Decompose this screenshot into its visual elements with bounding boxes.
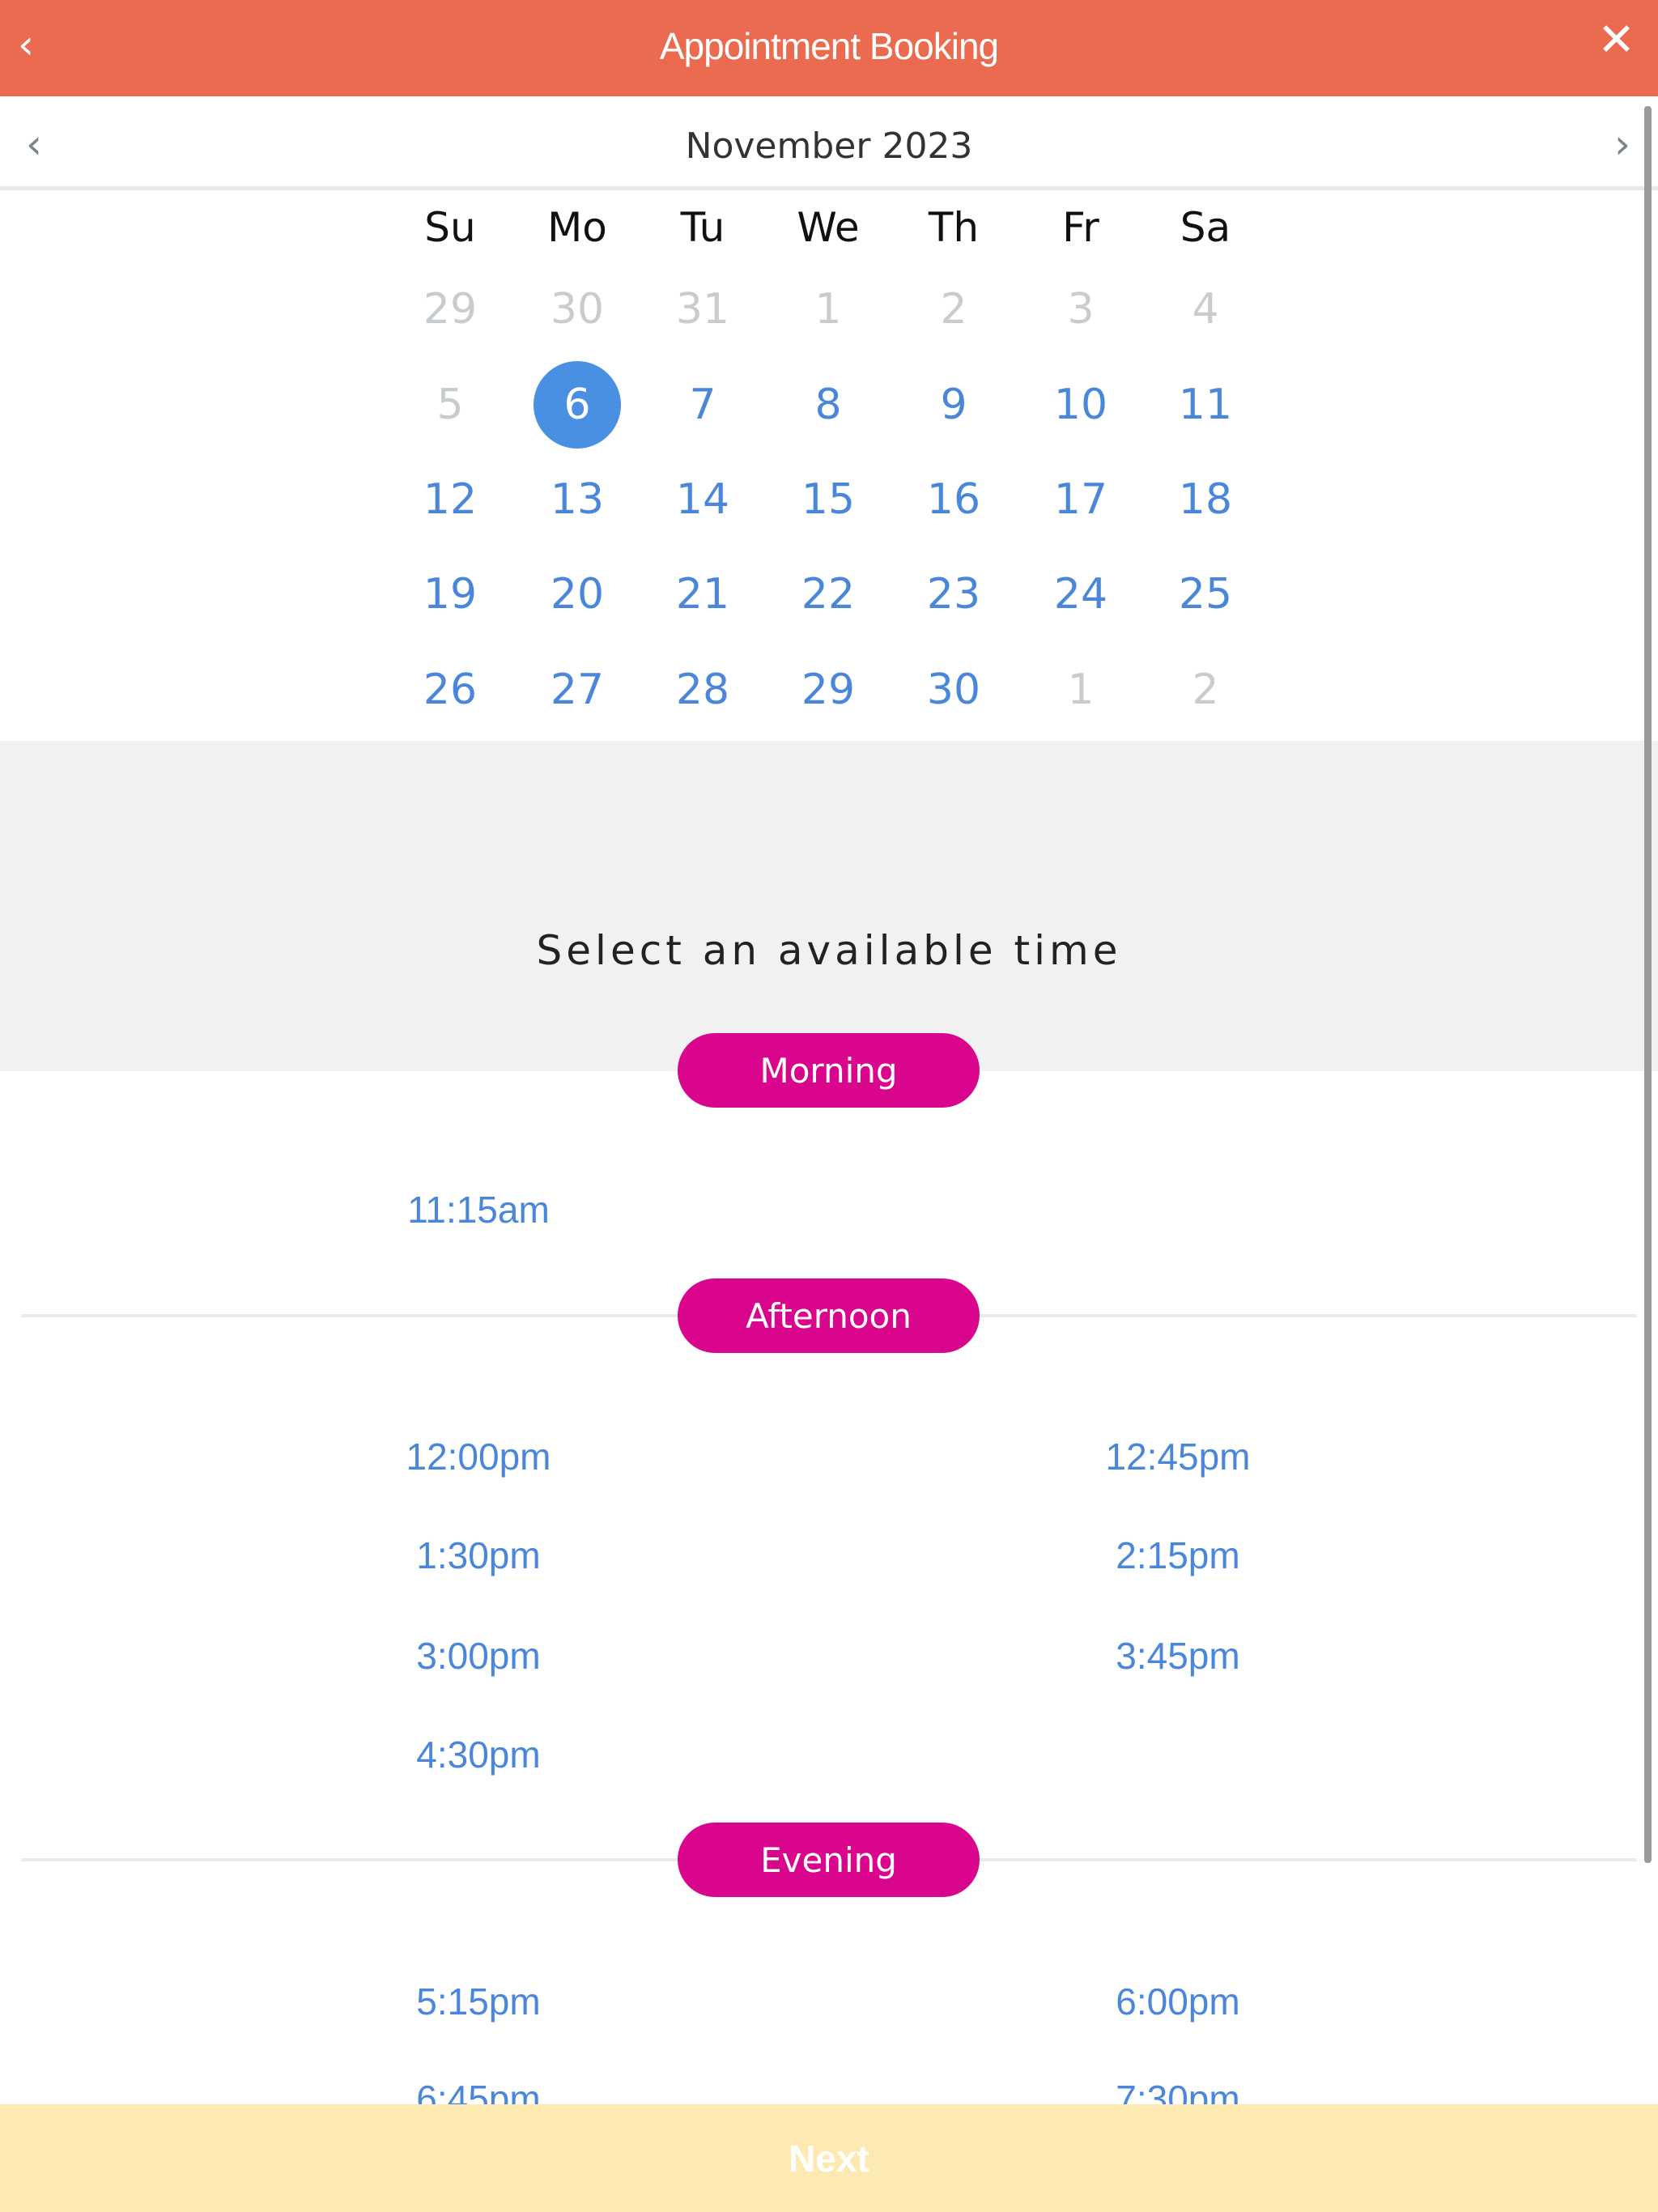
- calendar-day: 1: [1067, 666, 1095, 714]
- calendar-day[interactable]: 19: [406, 551, 494, 638]
- calendar-day[interactable]: 25: [1162, 551, 1249, 638]
- weekday-header: Sa: [1180, 204, 1231, 251]
- scrollbar[interactable]: [1644, 106, 1652, 1863]
- calendar-day[interactable]: 28: [659, 646, 746, 734]
- next-button[interactable]: Next: [0, 2104, 1658, 2212]
- calendar-day[interactable]: 26: [406, 646, 494, 734]
- month-navigation: ‹ November 2023 ›: [0, 96, 1658, 190]
- time-slot[interactable]: 6:00pm: [1056, 1980, 1299, 2023]
- time-slot[interactable]: 1:30pm: [357, 1534, 600, 1577]
- time-slot[interactable]: 12:00pm: [357, 1435, 600, 1478]
- weekday-header: Th: [928, 204, 980, 251]
- calendar-day[interactable]: 30: [910, 646, 997, 734]
- calendar-day[interactable]: 14: [659, 456, 746, 543]
- time-prompt-area: [0, 741, 1658, 1071]
- calendar-day[interactable]: 17: [1037, 456, 1124, 543]
- weekday-header: Mo: [547, 204, 607, 251]
- calendar-day[interactable]: 23: [910, 551, 997, 638]
- time-slot[interactable]: 5:15pm: [357, 1980, 600, 2023]
- calendar-day[interactable]: 18: [1162, 456, 1249, 543]
- calendar-day: 1: [814, 285, 842, 334]
- time-slot[interactable]: 3:00pm: [357, 1634, 600, 1678]
- weekday-header: Su: [424, 204, 476, 251]
- calendar-day[interactable]: 27: [534, 646, 621, 734]
- calendar-day[interactable]: 13: [534, 456, 621, 543]
- calendar-day[interactable]: 24: [1037, 551, 1124, 638]
- month-label: November 2023: [685, 125, 973, 167]
- calendar-day[interactable]: 20: [534, 551, 621, 638]
- calendar-day[interactable]: 16: [910, 456, 997, 543]
- calendar-day[interactable]: 10: [1037, 361, 1124, 449]
- header-bar: ‹ Appointment Booking ✕: [0, 0, 1658, 96]
- calendar-day[interactable]: 9: [910, 361, 997, 449]
- evening-section-label: Evening: [678, 1823, 980, 1897]
- time-slot[interactable]: 11:15am: [357, 1188, 600, 1231]
- calendar-day[interactable]: 11: [1162, 361, 1249, 449]
- select-time-heading: Select an available time: [536, 927, 1122, 974]
- afternoon-section-label: Afternoon: [678, 1278, 980, 1353]
- calendar-day[interactable]: 5: [406, 361, 494, 449]
- page-title: Appointment Booking: [659, 25, 999, 67]
- calendar-day: 2: [940, 285, 967, 334]
- calendar-day: 2: [1192, 666, 1219, 714]
- time-slot[interactable]: 4:30pm: [357, 1733, 600, 1776]
- calendar-day[interactable]: 21: [659, 551, 746, 638]
- calendar-day: 3: [1067, 285, 1095, 334]
- calendar-day: 29: [423, 285, 478, 334]
- time-slot[interactable]: 2:15pm: [1056, 1534, 1299, 1577]
- weekday-header: Tu: [680, 204, 725, 251]
- weekday-header: Fr: [1062, 204, 1099, 251]
- calendar-day: 30: [550, 285, 605, 334]
- next-month-icon[interactable]: ›: [1614, 121, 1630, 168]
- time-slot[interactable]: 12:45pm: [1056, 1435, 1299, 1478]
- calendar-day: 4: [1192, 285, 1219, 334]
- calendar-day-selected[interactable]: 6: [534, 361, 621, 449]
- calendar-day[interactable]: 15: [784, 456, 872, 543]
- morning-section-label: Morning: [678, 1033, 980, 1108]
- close-icon[interactable]: ✕: [1597, 18, 1635, 63]
- calendar-day[interactable]: 7: [659, 361, 746, 449]
- calendar-day[interactable]: 22: [784, 551, 872, 638]
- calendar-day[interactable]: 29: [784, 646, 872, 734]
- weekday-header: We: [797, 204, 860, 251]
- calendar-day[interactable]: 12: [406, 456, 494, 543]
- calendar-day[interactable]: 8: [784, 361, 872, 449]
- calendar-day: 31: [675, 285, 730, 334]
- time-slot[interactable]: 3:45pm: [1056, 1634, 1299, 1678]
